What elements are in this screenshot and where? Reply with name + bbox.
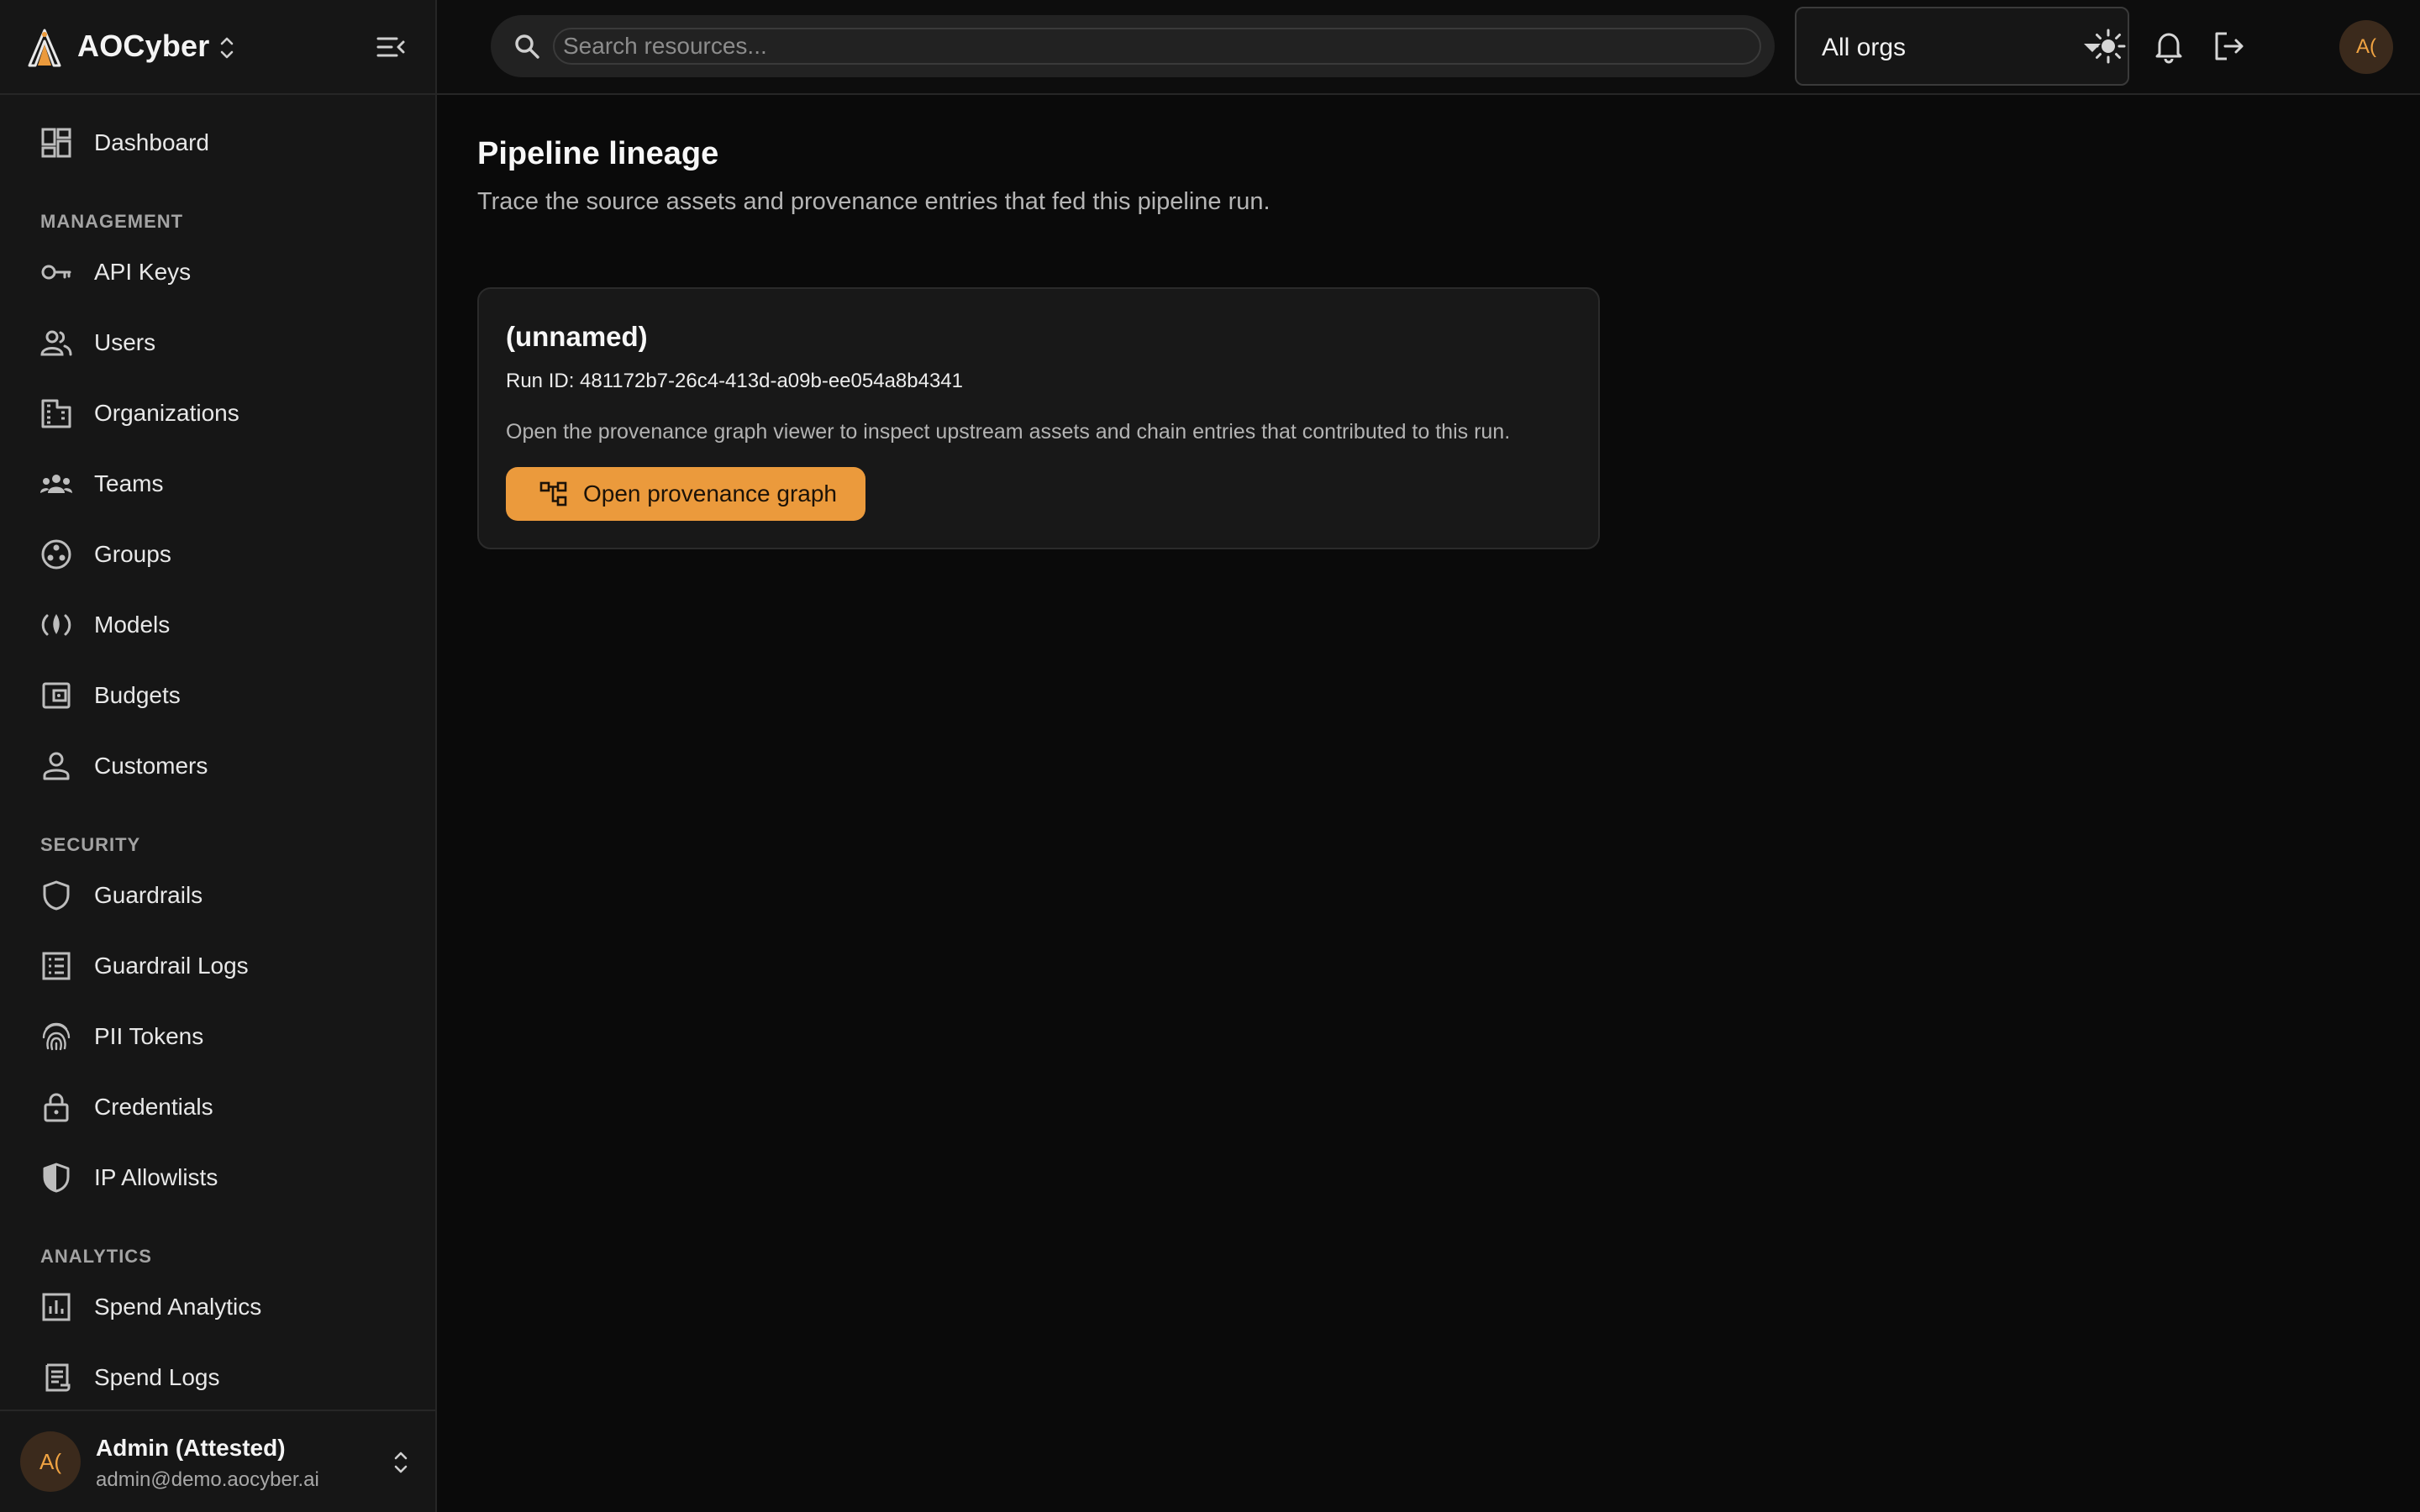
card-description: Open the provenance graph viewer to insp… [506, 420, 1511, 444]
sidebar-item-label: Guardrail Logs [94, 953, 249, 979]
models-icon [41, 614, 71, 636]
sidebar-item-organizations[interactable]: Organizations [0, 386, 435, 439]
bell-icon[interactable] [2151, 29, 2186, 64]
sidebar-item-budgets[interactable]: Budgets [0, 668, 435, 722]
user-menu[interactable]: A( Admin (Attested) admin@demo.aocyber.a… [0, 1410, 435, 1512]
open-provenance-graph-button[interactable]: Open provenance graph [506, 467, 865, 521]
sidebar-item-credentials[interactable]: Credentials [0, 1079, 435, 1133]
sidebar-item-label: Credentials [94, 1094, 213, 1120]
sidebar-item-guardrails[interactable]: Guardrails [0, 868, 435, 921]
aocyber-logo-icon [28, 29, 61, 67]
dashboard-icon [41, 128, 71, 158]
sidebar-item-dashboard[interactable]: Dashboard [0, 115, 435, 169]
chevron-up-down-icon[interactable] [392, 1448, 410, 1477]
run-id: Run ID: 481172b7-26c4-413d-a09b-ee054a8b… [506, 370, 963, 392]
shield-half-icon [43, 1163, 70, 1193]
sidebar-item-label: Organizations [94, 400, 239, 426]
sidebar-item-api-keys[interactable]: API Keys [0, 244, 435, 298]
sidebar: AOCyber Dashboard MANAGEMENT API Keys Us… [0, 0, 437, 1512]
sidebar-item-users[interactable]: Users [0, 315, 435, 369]
search-input[interactable] [553, 28, 1761, 65]
graph-tree-icon [539, 481, 567, 507]
sidebar-item-label: IP Allowlists [94, 1164, 218, 1190]
fingerprint-icon [42, 1022, 71, 1051]
pipeline-run-card: (unnamed) Run ID: 481172b7-26c4-413d-a09… [477, 287, 1600, 549]
sidebar-item-label: Models [94, 612, 171, 638]
sidebar-item-label: Spend Analytics [94, 1294, 262, 1320]
sidebar-item-pii-tokens[interactable]: PII Tokens [0, 1009, 435, 1063]
person-icon [43, 752, 70, 780]
sidebar-item-spend-analytics[interactable]: Spend Analytics [0, 1279, 435, 1333]
sidebar-item-label: Teams [94, 470, 164, 496]
bar-chart-icon [42, 1293, 71, 1321]
card-title: (unnamed) [506, 321, 648, 352]
sidebar-item-label: Guardrails [94, 882, 203, 908]
button-label: Open provenance graph [583, 480, 837, 507]
building-icon [41, 399, 71, 428]
sidebar-item-label: PII Tokens [94, 1023, 204, 1049]
sidebar-item-models[interactable]: Models [0, 597, 435, 651]
lock-icon [44, 1093, 69, 1122]
sidebar-item-label: Users [94, 329, 156, 355]
sidebar-item-customers[interactable]: Customers [0, 738, 435, 792]
search-bar[interactable] [491, 15, 1775, 77]
sidebar-item-label: Spend Logs [94, 1364, 220, 1390]
wallet-icon [42, 682, 71, 709]
sidebar-item-label: Dashboard [94, 129, 209, 155]
page-title: Pipeline lineage [477, 136, 719, 171]
logout-icon[interactable] [2212, 29, 2247, 64]
section-label-security: SECURITY [40, 834, 141, 855]
sidebar-item-teams[interactable]: Teams [0, 456, 435, 510]
teams-icon [40, 475, 72, 493]
sidebar-item-label: Budgets [94, 682, 181, 708]
groups-icon [41, 539, 71, 570]
search-icon [515, 34, 539, 59]
section-label-analytics: ANALYTICS [40, 1246, 152, 1267]
user-email: admin@demo.aocyber.ai [96, 1468, 319, 1491]
brand-name: AOCyber [77, 29, 210, 63]
list-icon [42, 952, 71, 980]
key-icon [41, 265, 71, 280]
org-select-value: All orgs [1822, 34, 1907, 61]
sun-icon[interactable] [2091, 29, 2126, 64]
shield-icon [43, 880, 70, 911]
sidebar-item-ip-allowlists[interactable]: IP Allowlists [0, 1150, 435, 1204]
receipt-icon [45, 1363, 71, 1392]
section-label-management: MANAGEMENT [40, 211, 184, 232]
sidebar-item-guardrail-logs[interactable]: Guardrail Logs [0, 938, 435, 992]
users-icon [40, 330, 72, 356]
collapse-sidebar-icon[interactable] [375, 32, 407, 62]
avatar: A( [20, 1431, 81, 1492]
org-select[interactable]: All orgs [1795, 7, 2129, 86]
chevron-up-down-icon[interactable] [217, 34, 237, 62]
sidebar-item-spend-logs[interactable]: Spend Logs [0, 1350, 435, 1404]
sidebar-item-label: Customers [94, 753, 208, 779]
sidebar-item-label: API Keys [94, 259, 192, 285]
brand-header: AOCyber [0, 0, 435, 95]
sidebar-item-label: Groups [94, 541, 171, 567]
topbar: All orgs A( [437, 0, 2420, 95]
page-subtitle: Trace the source assets and provenance e… [477, 188, 1270, 215]
avatar[interactable]: A( [2339, 20, 2393, 74]
sidebar-item-groups[interactable]: Groups [0, 527, 435, 580]
user-name: Admin (Attested) [96, 1435, 286, 1461]
